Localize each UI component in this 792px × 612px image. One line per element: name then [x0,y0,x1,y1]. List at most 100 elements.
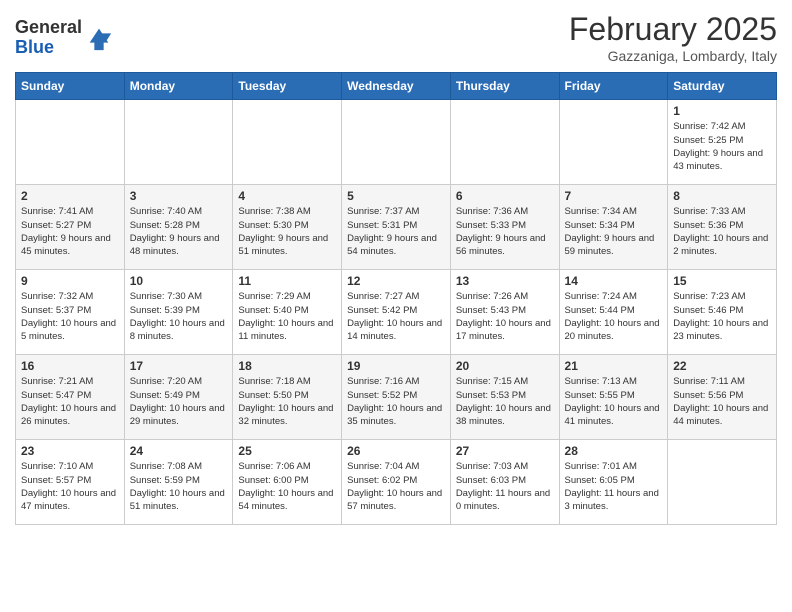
calendar-cell-w3-d6: 22 Sunrise: 7:11 AM Sunset: 5:56 PM Dayli… [668,355,777,440]
day-info: Sunrise: 7:18 AM Sunset: 5:50 PM Dayligh… [238,375,336,428]
day-number: 26 [347,444,445,458]
col-wednesday: Wednesday [342,73,451,100]
col-sunday: Sunday [16,73,125,100]
calendar-cell-w3-d5: 21 Sunrise: 7:13 AM Sunset: 5:55 PM Dayli… [559,355,668,440]
calendar-cell-w0-d4 [450,100,559,185]
page: General Blue February 2025 Gazzaniga, Lo… [0,0,792,540]
day-info: Sunrise: 7:33 AM Sunset: 5:36 PM Dayligh… [673,205,771,258]
day-number: 24 [130,444,228,458]
calendar-cell-w2-d3: 12 Sunrise: 7:27 AM Sunset: 5:42 PM Dayli… [342,270,451,355]
calendar-cell-w1-d2: 4 Sunrise: 7:38 AM Sunset: 5:30 PM Daylig… [233,185,342,270]
calendar-cell-w0-d1 [124,100,233,185]
calendar-cell-w4-d4: 27 Sunrise: 7:03 AM Sunset: 6:03 PM Dayli… [450,440,559,525]
col-thursday: Thursday [450,73,559,100]
day-number: 10 [130,274,228,288]
day-number: 12 [347,274,445,288]
calendar-cell-w4-d0: 23 Sunrise: 7:10 AM Sunset: 5:57 PM Dayli… [16,440,125,525]
day-info: Sunrise: 7:15 AM Sunset: 5:53 PM Dayligh… [456,375,554,428]
day-info: Sunrise: 7:37 AM Sunset: 5:31 PM Dayligh… [347,205,445,258]
day-info: Sunrise: 7:23 AM Sunset: 5:46 PM Dayligh… [673,290,771,343]
day-number: 4 [238,189,336,203]
calendar-title: February 2025 [569,10,777,48]
calendar-cell-w3-d2: 18 Sunrise: 7:18 AM Sunset: 5:50 PM Dayli… [233,355,342,440]
calendar-cell-w0-d6: 1 Sunrise: 7:42 AM Sunset: 5:25 PM Daylig… [668,100,777,185]
day-number: 19 [347,359,445,373]
calendar-cell-w3-d4: 20 Sunrise: 7:15 AM Sunset: 5:53 PM Dayli… [450,355,559,440]
day-info: Sunrise: 7:13 AM Sunset: 5:55 PM Dayligh… [565,375,663,428]
day-number: 11 [238,274,336,288]
calendar-cell-w2-d6: 15 Sunrise: 7:23 AM Sunset: 5:46 PM Dayli… [668,270,777,355]
day-number: 27 [456,444,554,458]
day-info: Sunrise: 7:08 AM Sunset: 5:59 PM Dayligh… [130,460,228,513]
logo-icon [85,24,113,52]
calendar-cell-w4-d2: 25Sunrise: 7:06 AM Sunset: 6:00 PM Dayli… [233,440,342,525]
day-number: 23 [21,444,119,458]
calendar-cell-w0-d5 [559,100,668,185]
day-info: Sunrise: 7:03 AM Sunset: 6:03 PM Dayligh… [456,460,554,513]
logo: General Blue [15,18,113,58]
calendar-cell-w4-d1: 24 Sunrise: 7:08 AM Sunset: 5:59 PM Dayli… [124,440,233,525]
calendar-cell-w3-d1: 17Sunrise: 7:20 AM Sunset: 5:49 PM Dayli… [124,355,233,440]
day-info: Sunrise: 7:01 AM Sunset: 6:05 PM Dayligh… [565,460,663,513]
day-number: 6 [456,189,554,203]
calendar-cell-w4-d3: 26 Sunrise: 7:04 AM Sunset: 6:02 PM Dayli… [342,440,451,525]
calendar-cell-w1-d6: 8 Sunrise: 7:33 AM Sunset: 5:36 PM Daylig… [668,185,777,270]
calendar-cell-w3-d3: 19 Sunrise: 7:16 AM Sunset: 5:52 PM Dayli… [342,355,451,440]
logo-blue: Blue [15,37,54,57]
day-info: Sunrise: 7:11 AM Sunset: 5:56 PM Dayligh… [673,375,771,428]
day-number: 28 [565,444,663,458]
day-info: Sunrise: 7:40 AM Sunset: 5:28 PM Dayligh… [130,205,228,258]
day-number: 13 [456,274,554,288]
day-number: 20 [456,359,554,373]
calendar-cell-w1-d1: 3 Sunrise: 7:40 AM Sunset: 5:28 PM Daylig… [124,185,233,270]
calendar-table: Sunday Monday Tuesday Wednesday Thursday… [15,72,777,525]
day-info: Sunrise: 7:29 AM Sunset: 5:40 PM Dayligh… [238,290,336,343]
day-info: Sunrise: 7:42 AM Sunset: 5:25 PM Dayligh… [673,120,771,173]
day-info: Sunrise: 7:34 AM Sunset: 5:34 PM Dayligh… [565,205,663,258]
col-saturday: Saturday [668,73,777,100]
day-info: Sunrise: 7:10 AM Sunset: 5:57 PM Dayligh… [21,460,119,513]
week-row-4: 23 Sunrise: 7:10 AM Sunset: 5:57 PM Dayli… [16,440,777,525]
calendar-cell-w2-d1: 10Sunrise: 7:30 AM Sunset: 5:39 PM Dayli… [124,270,233,355]
header: General Blue February 2025 Gazzaniga, Lo… [15,10,777,64]
day-number: 15 [673,274,771,288]
calendar-cell-w1-d3: 5Sunrise: 7:37 AM Sunset: 5:31 PM Daylig… [342,185,451,270]
day-info: Sunrise: 7:24 AM Sunset: 5:44 PM Dayligh… [565,290,663,343]
calendar-cell-w2-d0: 9 Sunrise: 7:32 AM Sunset: 5:37 PM Daylig… [16,270,125,355]
day-info: Sunrise: 7:04 AM Sunset: 6:02 PM Dayligh… [347,460,445,513]
calendar-cell-w4-d5: 28 Sunrise: 7:01 AM Sunset: 6:05 PM Dayli… [559,440,668,525]
calendar-subtitle: Gazzaniga, Lombardy, Italy [569,48,777,64]
calendar-cell-w4-d6 [668,440,777,525]
col-friday: Friday [559,73,668,100]
day-info: Sunrise: 7:16 AM Sunset: 5:52 PM Dayligh… [347,375,445,428]
col-tuesday: Tuesday [233,73,342,100]
day-number: 1 [673,104,771,118]
week-row-2: 9 Sunrise: 7:32 AM Sunset: 5:37 PM Daylig… [16,270,777,355]
day-info: Sunrise: 7:41 AM Sunset: 5:27 PM Dayligh… [21,205,119,258]
day-number: 9 [21,274,119,288]
day-info: Sunrise: 7:32 AM Sunset: 5:37 PM Dayligh… [21,290,119,343]
day-number: 22 [673,359,771,373]
calendar-cell-w2-d4: 13 Sunrise: 7:26 AM Sunset: 5:43 PM Dayli… [450,270,559,355]
day-number: 3 [130,189,228,203]
week-row-0: 1 Sunrise: 7:42 AM Sunset: 5:25 PM Daylig… [16,100,777,185]
day-info: Sunrise: 7:38 AM Sunset: 5:30 PM Dayligh… [238,205,336,258]
week-row-1: 2 Sunrise: 7:41 AM Sunset: 5:27 PM Daylig… [16,185,777,270]
day-info: Sunrise: 7:26 AM Sunset: 5:43 PM Dayligh… [456,290,554,343]
day-info: Sunrise: 7:20 AM Sunset: 5:49 PM Dayligh… [130,375,228,428]
day-info: Sunrise: 7:27 AM Sunset: 5:42 PM Dayligh… [347,290,445,343]
calendar-cell-w1-d4: 6Sunrise: 7:36 AM Sunset: 5:33 PM Daylig… [450,185,559,270]
calendar-cell-w0-d3 [342,100,451,185]
day-number: 2 [21,189,119,203]
day-number: 21 [565,359,663,373]
logo-general: General [15,17,82,37]
day-number: 8 [673,189,771,203]
day-number: 18 [238,359,336,373]
calendar-cell-w0-d0 [16,100,125,185]
week-row-3: 16 Sunrise: 7:21 AM Sunset: 5:47 PM Dayli… [16,355,777,440]
calendar-cell-w2-d5: 14Sunrise: 7:24 AM Sunset: 5:44 PM Dayli… [559,270,668,355]
calendar-cell-w1-d0: 2 Sunrise: 7:41 AM Sunset: 5:27 PM Daylig… [16,185,125,270]
day-number: 16 [21,359,119,373]
calendar-header-row: Sunday Monday Tuesday Wednesday Thursday… [16,73,777,100]
day-info: Sunrise: 7:21 AM Sunset: 5:47 PM Dayligh… [21,375,119,428]
